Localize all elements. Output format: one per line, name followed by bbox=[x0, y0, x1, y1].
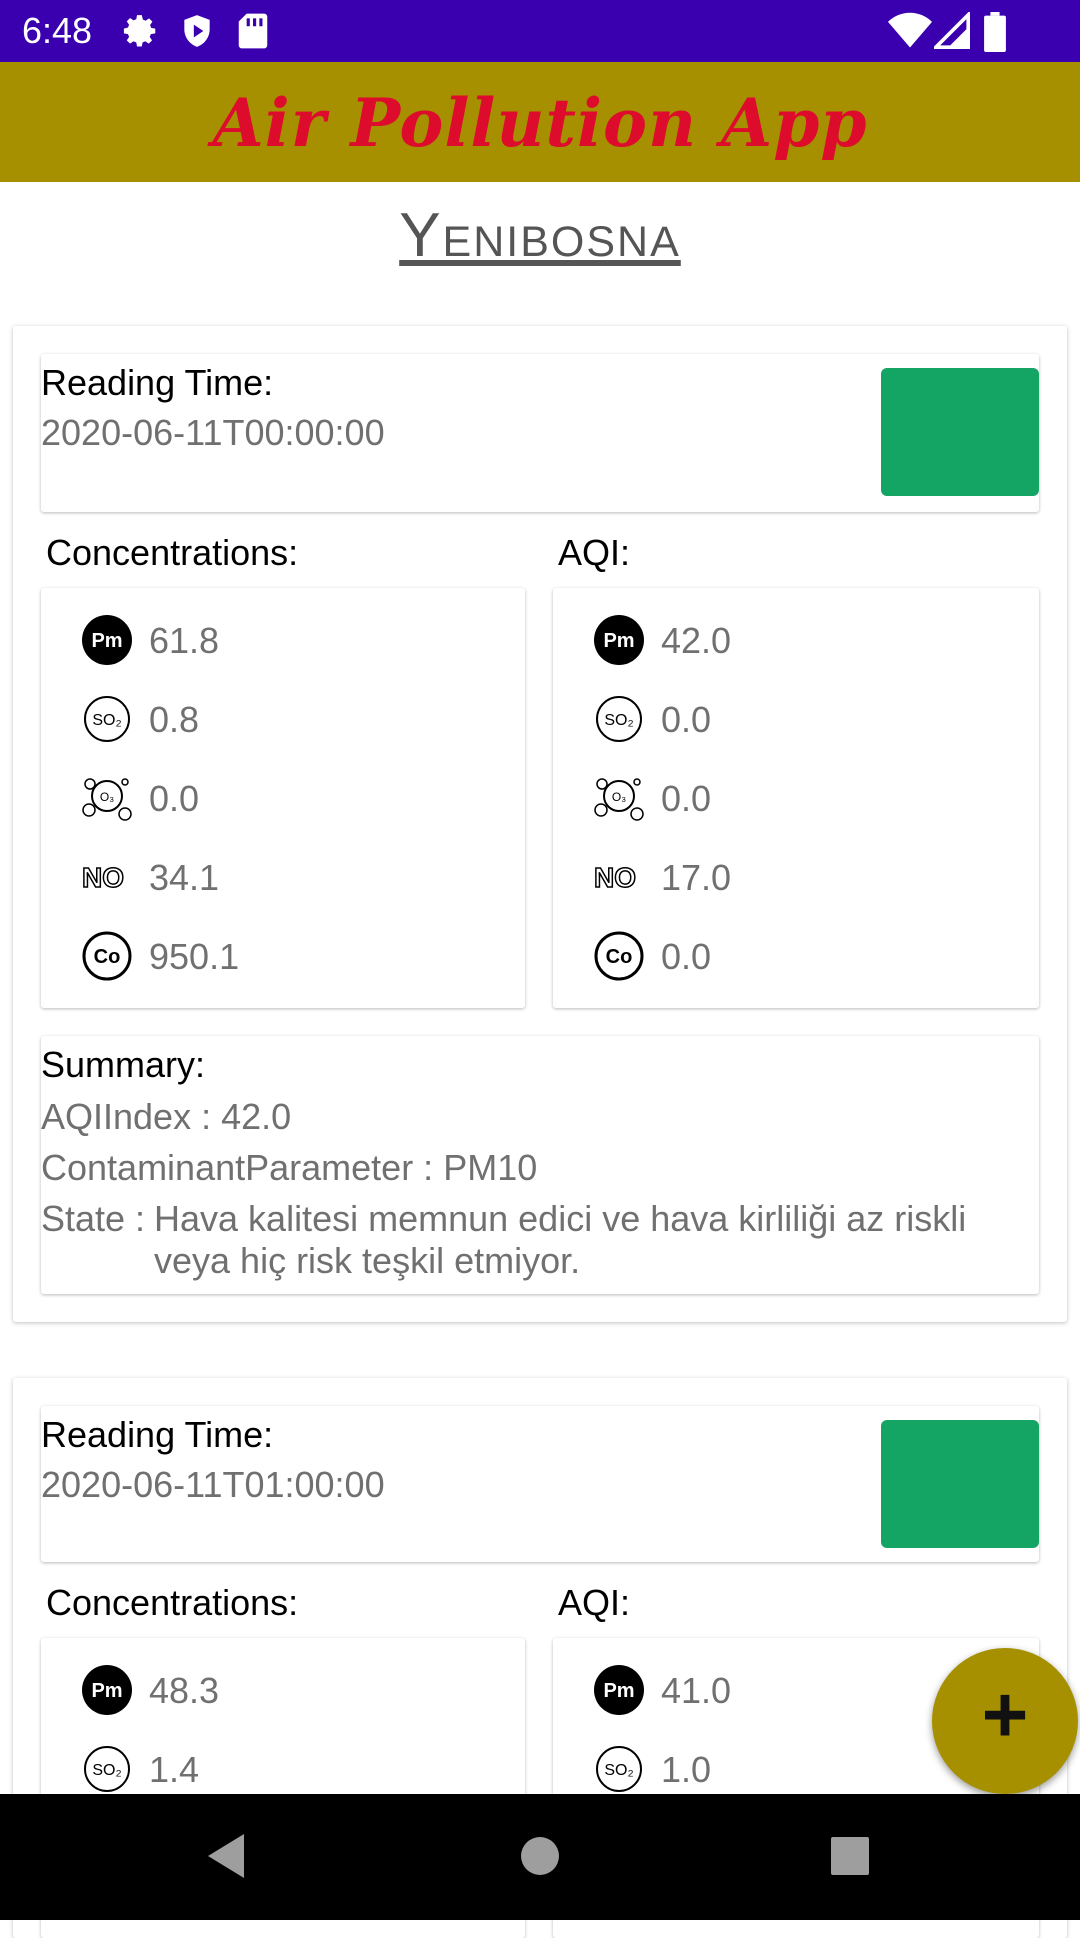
pm-icon: Pm bbox=[81, 614, 133, 666]
so2-icon: SO₂ bbox=[593, 1743, 645, 1795]
so2-aqi-value: 1.0 bbox=[661, 1749, 712, 1790]
add-fab-button[interactable]: + bbox=[932, 1648, 1078, 1794]
pm-icon: Pm bbox=[593, 1664, 645, 1716]
summary-state-line1: Hava kalitesi memnun edici ve hava kirli… bbox=[154, 1198, 967, 1239]
no-icon: NO bbox=[593, 851, 645, 903]
o3-concentration-value: 0.0 bbox=[149, 778, 200, 819]
co-aqi-value: 0.0 bbox=[661, 936, 712, 977]
status-time: 6:48 bbox=[22, 10, 93, 51]
battery-icon bbox=[984, 12, 1006, 57]
so2-icon: SO₂ bbox=[593, 693, 645, 745]
pm-concentration-value: 61.8 bbox=[149, 620, 220, 661]
no-concentration-value: 34.1 bbox=[149, 857, 220, 898]
svg-text:O₃: O₃ bbox=[612, 790, 626, 804]
pm-aqi-value: 42.0 bbox=[661, 620, 732, 661]
so2-concentration-value: 0.8 bbox=[149, 699, 200, 740]
svg-text:SO₂: SO₂ bbox=[92, 712, 121, 729]
svg-text:NO: NO bbox=[82, 862, 124, 893]
sd-card-icon bbox=[236, 12, 270, 55]
shield-icon bbox=[178, 12, 216, 55]
svg-text:Co: Co bbox=[606, 946, 633, 968]
pm-icon: Pm bbox=[593, 614, 645, 666]
co-icon: Co bbox=[593, 930, 645, 982]
status-bar: 6:48 bbox=[0, 0, 1080, 62]
concentrations-label: Concentrations: bbox=[46, 532, 299, 573]
aqi-label: AQI: bbox=[558, 532, 631, 573]
reading-time-label: Reading Time: bbox=[41, 1414, 274, 1455]
back-icon[interactable] bbox=[204, 1832, 246, 1885]
summary-state-line2: veya hiç risk teşkil etmiyor. bbox=[154, 1240, 581, 1281]
o3-icon: O₃ bbox=[593, 772, 645, 824]
summary-contaminant: ContaminantParameter : PM10 bbox=[41, 1147, 538, 1188]
concentrations-panel: Pm 61.8 SO₂ 0.8 O₃ 0.0 NO 34.1 Co 950.1 bbox=[41, 588, 525, 1008]
svg-text:O₃: O₃ bbox=[100, 790, 114, 804]
reading-time-value: 2020-06-11T00:00:00 bbox=[41, 412, 385, 453]
pm-aqi-value: 41.0 bbox=[661, 1670, 732, 1711]
svg-text:SO₂: SO₂ bbox=[92, 1762, 121, 1779]
navigation-bar bbox=[0, 1794, 1080, 1920]
gear-icon bbox=[122, 12, 160, 55]
o3-icon: O₃ bbox=[81, 772, 133, 824]
home-icon[interactable] bbox=[520, 1836, 560, 1881]
svg-text:SO₂: SO₂ bbox=[604, 1762, 633, 1779]
city-title: Yenibosna bbox=[399, 201, 681, 270]
reading-time-panel: Reading Time: 2020-06-11T00:00:00 bbox=[41, 354, 1039, 512]
aqi-status-swatch bbox=[881, 368, 1039, 496]
so2-concentration-value: 1.4 bbox=[149, 1749, 200, 1790]
svg-text:Pm: Pm bbox=[91, 630, 122, 652]
o3-aqi-value: 0.0 bbox=[661, 778, 712, 819]
signal-icon bbox=[931, 10, 970, 55]
summary-label: Summary: bbox=[41, 1044, 206, 1085]
svg-text:Pm: Pm bbox=[91, 1680, 122, 1702]
reading-card[interactable]: Reading Time: 2020-06-11T00:00:00 Concen… bbox=[13, 326, 1067, 1322]
svg-text:Pm: Pm bbox=[603, 1680, 634, 1702]
wifi-icon bbox=[888, 12, 932, 55]
svg-text:SO₂: SO₂ bbox=[604, 712, 633, 729]
no-icon: NO bbox=[81, 851, 133, 903]
so2-icon: SO₂ bbox=[81, 693, 133, 745]
app-bar: Air Pollution App bbox=[0, 62, 1080, 182]
aqi-panel: Pm 42.0 SO₂ 0.0 O₃ 0.0 NO 17.0 Co 0.0 bbox=[553, 588, 1039, 1008]
summary-panel: Summary: AQIIndex : 42.0 ContaminantPara… bbox=[41, 1036, 1039, 1294]
reading-time-value: 2020-06-11T01:00:00 bbox=[41, 1464, 385, 1505]
co-icon: Co bbox=[81, 930, 133, 982]
summary-state-prefix: State : bbox=[41, 1198, 146, 1239]
so2-aqi-value: 0.0 bbox=[661, 699, 712, 740]
reading-time-label: Reading Time: bbox=[41, 362, 274, 403]
co-concentration-value: 950.1 bbox=[149, 936, 240, 977]
summary-aqi-index: AQIIndex : 42.0 bbox=[41, 1096, 292, 1137]
app-title: Air Pollution App bbox=[212, 84, 868, 162]
pm-concentration-value: 48.3 bbox=[149, 1670, 220, 1711]
aqi-status-swatch bbox=[881, 1420, 1039, 1548]
plus-icon: + bbox=[981, 1670, 1029, 1759]
svg-text:Co: Co bbox=[94, 946, 121, 968]
pm-icon: Pm bbox=[81, 1664, 133, 1716]
svg-text:Pm: Pm bbox=[603, 630, 634, 652]
aqi-label: AQI: bbox=[558, 1582, 631, 1623]
concentrations-label: Concentrations: bbox=[46, 1582, 299, 1623]
svg-text:NO: NO bbox=[594, 862, 636, 893]
reading-time-panel: Reading Time: 2020-06-11T01:00:00 bbox=[41, 1406, 1039, 1562]
so2-icon: SO₂ bbox=[81, 1743, 133, 1795]
no-aqi-value: 17.0 bbox=[661, 857, 732, 898]
recents-icon[interactable] bbox=[830, 1836, 870, 1881]
